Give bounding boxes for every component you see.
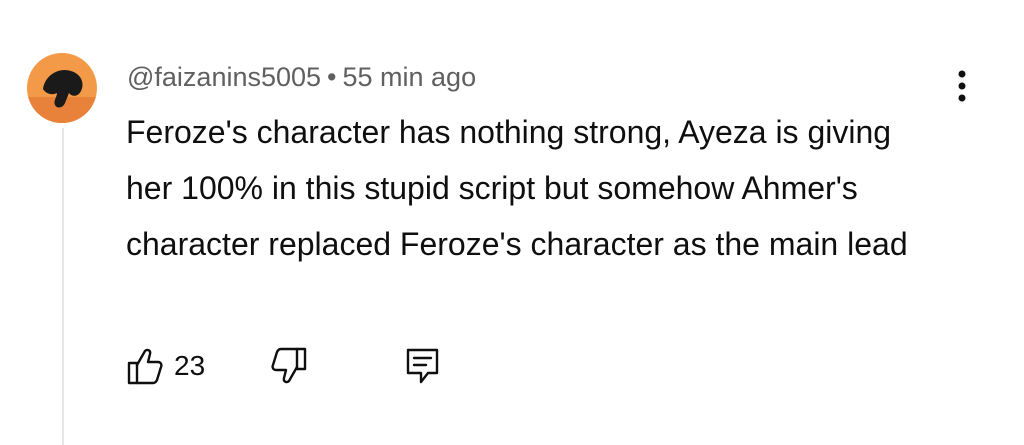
comment-author[interactable]: @faizanins5005 [127, 62, 321, 92]
more-vertical-icon [958, 70, 966, 102]
thumbs-down-icon [271, 347, 307, 384]
thumbs-up-icon [127, 348, 163, 385]
like-count: 23 [174, 350, 206, 381]
meta-separator: • [327, 62, 337, 92]
comment-menu-button[interactable] [942, 62, 982, 110]
reply-comment-icon [406, 348, 439, 384]
comment-time: 55 min ago [342, 62, 477, 92]
dislike-button[interactable] [270, 344, 308, 388]
comment-meta: @faizanins5005 • 55 min ago [127, 60, 476, 94]
comment-text: Feroze's character has nothing strong, A… [126, 114, 908, 262]
avatar[interactable] [27, 53, 97, 123]
avatar-image [27, 53, 97, 123]
like-button[interactable]: 23 [126, 344, 205, 388]
reply-thread-line [62, 128, 64, 445]
reply-button[interactable] [404, 344, 442, 388]
